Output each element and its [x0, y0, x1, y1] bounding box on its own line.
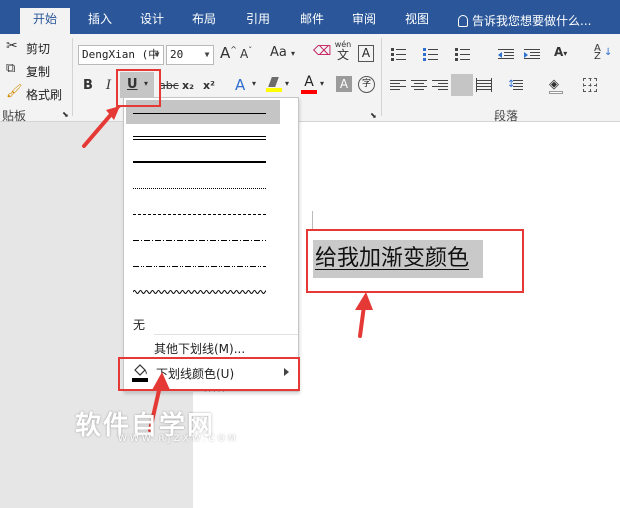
subscript-button[interactable]: x₂ [182, 79, 194, 92]
phonetic-guide-button[interactable]: wén 文 [334, 40, 352, 62]
distributed-button[interactable] [476, 78, 494, 94]
phonetic-bottom-text: 文 [336, 48, 349, 62]
shading-button[interactable]: ◈ [549, 77, 567, 94]
underline-option-thick[interactable] [133, 161, 266, 163]
underline-option-wave[interactable] [133, 289, 266, 295]
character-border-button[interactable]: A [358, 45, 374, 62]
annotation-box-underline-button [116, 69, 161, 107]
font-size-combo[interactable]: 20 ▼ [166, 45, 214, 65]
multilevel-list-button[interactable] [455, 47, 473, 63]
margin-marker [312, 211, 313, 231]
more-underlines-option[interactable]: 其他下划线(M)... [154, 340, 245, 357]
group-separator [381, 38, 382, 116]
underline-none-option[interactable]: 无 [133, 316, 145, 333]
decrease-indent-button[interactable] [498, 47, 516, 63]
text-effects-icon[interactable]: A [235, 76, 245, 94]
format-painter-button[interactable]: 格式刷 [26, 86, 62, 103]
enclose-characters-button[interactable]: 字 [358, 76, 375, 93]
ribbon-tab-bar: 开始 插入 设计 布局 引用 邮件 审阅 视图 告诉我您想要做什么... [0, 0, 620, 34]
underline-option-dashed[interactable] [133, 214, 266, 215]
chevron-down-icon[interactable]: ▾ [320, 79, 324, 88]
align-center-button[interactable] [411, 78, 429, 94]
menu-divider [154, 334, 298, 335]
copy-icon: ⧉ [6, 61, 16, 76]
chevron-down-icon: ▼ [204, 50, 210, 59]
tab-design[interactable]: 设计 [130, 8, 174, 34]
shrink-font-icon[interactable]: Aˇ [240, 46, 252, 61]
change-case-button[interactable]: Aa ▾ [270, 45, 295, 60]
dialog-launcher-icon[interactable]: ⬊ [370, 111, 377, 120]
chevron-down-icon: ▼ [154, 50, 160, 59]
font-size-value: 20 [170, 48, 184, 61]
strikethrough-button[interactable]: abc [159, 79, 179, 92]
annotation-arrow-1 [82, 106, 122, 148]
borders-button[interactable] [583, 78, 601, 94]
lightbulb-icon [458, 15, 468, 27]
underline-option-dot-dash[interactable] [133, 240, 266, 241]
tab-view[interactable]: 视图 [395, 8, 439, 34]
align-right-button[interactable] [432, 78, 450, 94]
tell-me-search[interactable]: 告诉我您想要做什么... [458, 12, 591, 29]
highlighter-icon[interactable] [266, 77, 282, 92]
group-separator [72, 38, 73, 116]
annotation-box-text [306, 229, 524, 293]
line-spacing-button[interactable]: ↕ [507, 78, 525, 94]
tab-insert[interactable]: 插入 [78, 8, 122, 34]
font-color-letter: A [304, 74, 314, 90]
dialog-launcher-icon[interactable]: ⬊ [62, 110, 69, 119]
clear-formatting-icon[interactable]: ⌫ [313, 44, 331, 59]
font-name-combo[interactable]: DengXian (中 ▼ [78, 45, 164, 65]
chinese-layout-button[interactable]: A▾ [554, 45, 572, 61]
sort-button[interactable]: A Z ↓ [594, 44, 612, 62]
font-color-swatch [301, 90, 317, 94]
underline-option-double[interactable] [133, 136, 266, 140]
align-left-button[interactable] [390, 78, 408, 94]
numbering-button[interactable] [423, 47, 441, 63]
tab-review[interactable]: 审阅 [342, 8, 386, 34]
copy-button[interactable]: 复制 [26, 63, 50, 80]
bullets-button[interactable] [391, 47, 409, 63]
underline-option-dot-dot-dash[interactable] [133, 266, 266, 267]
tab-mailings[interactable]: 邮件 [290, 8, 334, 34]
increase-indent-button[interactable] [524, 47, 542, 63]
annotation-arrow-3 [355, 292, 373, 338]
underline-option-dotted[interactable] [133, 188, 266, 189]
font-color-button[interactable]: A [301, 74, 317, 94]
tab-references[interactable]: 引用 [236, 8, 280, 34]
underline-style-menu: 无 其他下划线(M)... 下划线颜色(U) ..... [123, 97, 299, 394]
justify-button-active [451, 74, 473, 96]
character-shading-button[interactable]: A [336, 76, 352, 92]
highlight-color-swatch [266, 88, 282, 92]
scissors-icon: ✂ [6, 38, 18, 54]
tab-home[interactable]: 开始 [20, 8, 70, 34]
italic-button[interactable]: I [106, 78, 111, 93]
watermark-url: WWW.RJZXW.COM [118, 434, 239, 444]
superscript-button[interactable]: x² [203, 79, 215, 92]
cut-button[interactable]: 剪切 [26, 40, 50, 57]
font-name-value: DengXian (中 [82, 48, 160, 61]
tab-layout[interactable]: 布局 [182, 8, 226, 34]
tell-me-text: 告诉我您想要做什么... [472, 14, 592, 28]
chevron-down-icon[interactable]: ▾ [252, 79, 256, 88]
bold-button[interactable]: B [83, 78, 93, 93]
grow-font-icon[interactable]: A^ [220, 44, 237, 62]
chevron-down-icon[interactable]: ▾ [285, 79, 289, 88]
underline-single-line [133, 113, 266, 114]
brush-icon: 🖌 [6, 84, 23, 99]
